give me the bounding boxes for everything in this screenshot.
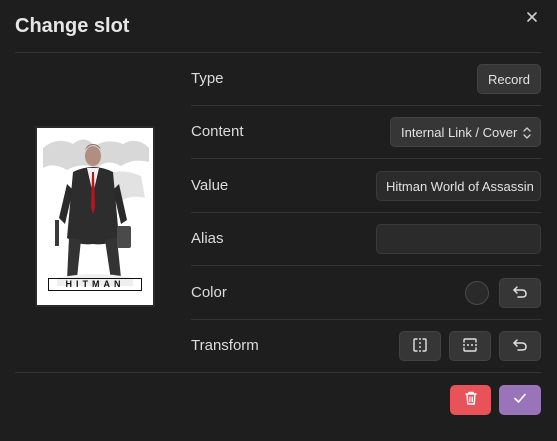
chevron-updown-icon [522, 126, 532, 143]
change-slot-dialog: Change slot HITMAN Type Record Content I… [0, 0, 557, 441]
delete-button[interactable] [450, 385, 491, 415]
row-divider [191, 158, 542, 159]
trash-icon [463, 390, 479, 411]
value-label: Value [191, 177, 229, 194]
content-select[interactable]: Internal Link / Cover [390, 117, 541, 147]
footer-divider [15, 372, 542, 373]
flip-horizontal-button[interactable] [399, 331, 441, 361]
confirm-button[interactable] [499, 385, 541, 415]
row-divider [191, 212, 542, 213]
undo-icon [512, 284, 528, 303]
undo-icon [512, 337, 528, 356]
close-icon[interactable] [523, 8, 541, 26]
color-label: Color [191, 284, 227, 301]
color-swatch[interactable] [465, 281, 489, 305]
reset-transform-button[interactable] [499, 331, 541, 361]
flip-vertical-icon [462, 337, 478, 356]
transform-label: Transform [191, 337, 259, 354]
row-divider [191, 265, 542, 266]
type-label: Type [191, 70, 224, 87]
header-divider [15, 52, 542, 53]
alias-input[interactable] [376, 224, 541, 254]
cover-image: HITMAN [35, 126, 155, 307]
row-divider [191, 105, 542, 106]
reset-color-button[interactable] [499, 278, 541, 308]
row-divider [191, 319, 542, 320]
flip-vertical-button[interactable] [449, 331, 491, 361]
check-icon [512, 390, 528, 411]
value-input[interactable]: Hitman World of Assassin [376, 171, 541, 201]
cover-title: HITMAN [48, 278, 142, 291]
record-button[interactable]: Record [477, 64, 541, 94]
flip-horizontal-icon [412, 337, 428, 356]
dialog-title: Change slot [15, 15, 130, 37]
alias-label: Alias [191, 230, 224, 247]
content-select-value: Internal Link / Cover [401, 124, 518, 140]
content-label: Content [191, 123, 244, 140]
